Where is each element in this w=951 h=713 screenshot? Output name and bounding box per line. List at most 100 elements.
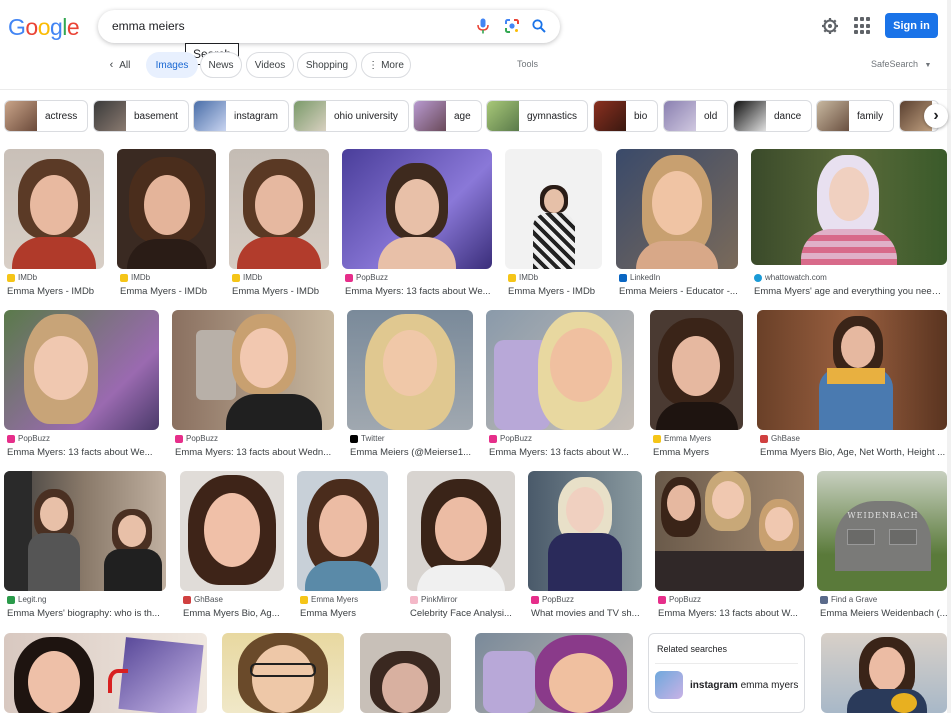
result-title[interactable]: Emma Myers' age and everything you need … — [754, 286, 946, 297]
image-result[interactable]: IMDb Emma Myers - IMDb — [505, 149, 605, 297]
result-title[interactable]: Emma Myers' biography: who is th... — [7, 608, 169, 619]
chip-basement[interactable]: basement — [93, 100, 189, 132]
image-result[interactable]: GhBase Emma Myers Bio, Ag... — [180, 471, 284, 621]
microphone-icon[interactable] — [473, 16, 493, 36]
image-result[interactable] — [222, 633, 344, 713]
result-image[interactable] — [297, 471, 388, 591]
tab-all[interactable]: ‹ All — [100, 52, 140, 78]
chip-dance[interactable]: dance — [733, 100, 813, 132]
result-title[interactable]: Emma Myers Bio, Ag... — [183, 608, 287, 619]
sign-in-button[interactable]: Sign in — [885, 13, 938, 38]
result-title[interactable]: Emma Myers Bio, Age, Net Worth, Height .… — [760, 447, 946, 458]
image-result[interactable]: Emma Myers Emma Myers — [297, 471, 389, 621]
chips-next-button[interactable]: › — [924, 104, 948, 128]
image-result[interactable]: LinkedIn Emma Meiers - Educator -... — [616, 149, 738, 297]
result-image[interactable] — [180, 471, 284, 591]
result-image[interactable] — [4, 633, 207, 713]
search-input[interactable]: emma meiers — [112, 19, 185, 33]
result-image[interactable] — [229, 149, 329, 269]
result-image[interactable]: WEIDENBACH — [817, 471, 947, 591]
tab-images[interactable]: Images — [146, 52, 198, 78]
chip-label: actress — [45, 110, 78, 122]
result-title[interactable]: Emma Myers — [300, 608, 392, 619]
image-result[interactable]: PopBuzz Emma Myers: 13 facts about We... — [4, 310, 159, 460]
result-image[interactable] — [347, 310, 473, 430]
search-box[interactable]: emma meiers — [98, 10, 560, 43]
safesearch-button[interactable]: SafeSearch ▼ — [871, 59, 931, 69]
image-result[interactable]: IMDb Emma Myers - IMDb — [4, 149, 104, 297]
image-result[interactable]: whattowatch.com Emma Myers' age and ever… — [751, 149, 947, 297]
chip-family[interactable]: family — [816, 100, 895, 132]
lens-icon[interactable] — [502, 16, 522, 36]
result-image[interactable] — [821, 633, 947, 713]
result-title[interactable]: Celebrity Face Analysi... — [410, 608, 518, 619]
related-search-item[interactable]: instagram emma myers — [655, 671, 798, 699]
result-title[interactable]: Emma Myers - IMDb — [232, 286, 332, 297]
result-image[interactable] — [616, 149, 738, 269]
result-image[interactable] — [407, 471, 515, 591]
result-image[interactable] — [4, 149, 104, 269]
result-image[interactable] — [486, 310, 634, 430]
result-title[interactable]: Emma Myers: 13 facts about We... — [7, 447, 162, 458]
image-result[interactable]: Twitter Emma Meiers (@Meierse1... — [347, 310, 473, 460]
image-result[interactable]: PopBuzz Emma Myers: 13 facts about W... — [655, 471, 805, 621]
tab-more[interactable]: ⋮ More — [361, 52, 411, 78]
image-result[interactable]: PopBuzz Emma Myers: 13 facts about W... — [486, 310, 634, 460]
tab-shopping[interactable]: Shopping — [297, 52, 357, 78]
image-result[interactable]: PopBuzz What movies and TV sh... — [528, 471, 642, 621]
result-title[interactable]: Emma Meiers Weidenbach (... — [820, 608, 948, 619]
result-title[interactable]: Emma Myers: 13 facts about W... — [489, 447, 635, 458]
image-result[interactable]: PopBuzz Emma Myers: 13 facts about We... — [342, 149, 492, 297]
result-image[interactable] — [360, 633, 451, 713]
result-title[interactable]: Emma Myers - IMDb — [120, 286, 220, 297]
result-image[interactable] — [4, 310, 159, 430]
chip-actress[interactable]: actress — [4, 100, 89, 132]
chip-old[interactable]: old — [663, 100, 729, 132]
result-title[interactable]: Emma Myers - IMDb — [7, 286, 107, 297]
tools-button[interactable]: Tools — [517, 59, 538, 69]
result-title[interactable]: Emma Myers: 13 facts about We... — [345, 286, 495, 297]
result-image[interactable] — [505, 149, 602, 269]
chip-age[interactable]: age — [413, 100, 482, 132]
result-image[interactable] — [117, 149, 216, 269]
result-title[interactable]: Emma Myers — [653, 447, 747, 458]
chip-gymnastics[interactable]: gymnastics — [486, 100, 589, 132]
image-result[interactable] — [475, 633, 633, 713]
result-image[interactable] — [650, 310, 743, 430]
result-image[interactable] — [751, 149, 947, 265]
google-apps-icon[interactable] — [854, 17, 872, 35]
chip-ohio-university[interactable]: ohio university — [293, 100, 409, 132]
image-result[interactable] — [4, 633, 207, 713]
image-result[interactable]: Emma Myers Emma Myers — [650, 310, 744, 460]
image-result[interactable]: WEIDENBACH Find a Grave Emma Meiers Weid… — [817, 471, 948, 621]
settings-gear-icon[interactable] — [820, 16, 840, 36]
image-result[interactable]: IMDb Emma Myers - IMDb — [117, 149, 217, 297]
image-result[interactable] — [821, 633, 947, 713]
result-image[interactable] — [4, 471, 166, 591]
result-title[interactable]: Emma Meiers - Educator -... — [619, 286, 741, 297]
image-result[interactable]: Legit.ng Emma Myers' biography: who is t… — [4, 471, 168, 621]
result-image[interactable] — [222, 633, 344, 713]
tab-videos[interactable]: Videos — [246, 52, 294, 78]
google-logo[interactable]: Google — [8, 14, 80, 41]
result-image[interactable] — [172, 310, 334, 430]
chip-bio[interactable]: bio — [593, 100, 659, 132]
image-result[interactable]: IMDb Emma Myers - IMDb — [229, 149, 329, 297]
result-title[interactable]: Emma Myers - IMDb — [508, 286, 608, 297]
result-title[interactable]: Emma Meiers (@Meierse1... — [350, 447, 476, 458]
result-title[interactable]: Emma Myers: 13 facts about Wedn... — [175, 447, 337, 458]
result-image[interactable] — [528, 471, 642, 591]
result-image[interactable] — [757, 310, 947, 430]
result-title[interactable]: Emma Myers: 13 facts about W... — [658, 608, 807, 619]
image-result[interactable]: PinkMirror Celebrity Face Analysi... — [407, 471, 515, 621]
image-result[interactable] — [360, 633, 452, 713]
result-image[interactable] — [342, 149, 492, 269]
image-result[interactable]: PopBuzz Emma Myers: 13 facts about Wedn.… — [172, 310, 334, 460]
result-image[interactable] — [475, 633, 633, 713]
tab-news[interactable]: News — [200, 52, 242, 78]
chip-instagram[interactable]: instagram — [193, 100, 289, 132]
result-image[interactable] — [655, 471, 804, 591]
search-icon[interactable] — [529, 16, 549, 36]
image-result[interactable]: GhBase Emma Myers Bio, Age, Net Worth, H… — [757, 310, 947, 460]
result-title[interactable]: What movies and TV sh... — [531, 608, 645, 619]
